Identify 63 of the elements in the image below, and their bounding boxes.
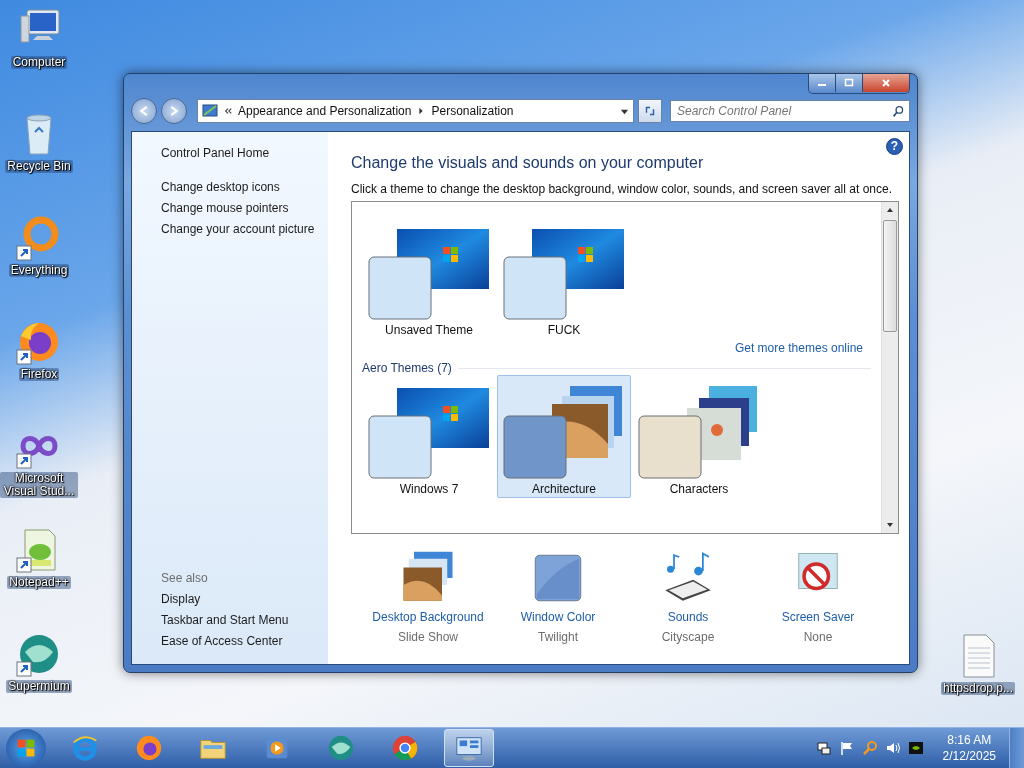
close-icon bbox=[881, 78, 891, 88]
setting-link[interactable]: Screen Saver bbox=[781, 610, 855, 624]
vertical-scrollbar[interactable] bbox=[881, 202, 898, 533]
maximize-icon bbox=[844, 78, 854, 88]
setting-value: Cityscape bbox=[661, 630, 715, 644]
sphere-browser-icon bbox=[326, 733, 356, 763]
sidebar-link[interactable]: Change mouse pointers bbox=[161, 201, 289, 215]
theme-item[interactable]: Unsaved Theme bbox=[362, 216, 496, 339]
address-bar[interactable]: Appearance and Personalization Personalization bbox=[197, 99, 634, 123]
get-more-themes-link[interactable]: Get more themes online bbox=[734, 341, 863, 361]
forward-button[interactable] bbox=[161, 98, 187, 124]
back-button[interactable] bbox=[131, 98, 157, 124]
clock-date[interactable]: 2/12/2025 bbox=[942, 748, 996, 764]
close-button[interactable] bbox=[863, 74, 909, 92]
double-chevron-icon bbox=[224, 107, 232, 115]
round-browser-icon bbox=[390, 733, 420, 763]
theme-item[interactable]: Architecture bbox=[497, 375, 631, 498]
scroll-down-icon[interactable] bbox=[886, 521, 894, 529]
desktop-icon-label[interactable]: Everything bbox=[8, 264, 70, 277]
breadcrumb-item[interactable]: Personalization bbox=[431, 104, 514, 118]
start-button[interactable] bbox=[6, 729, 46, 767]
scroll-up-icon[interactable] bbox=[886, 206, 894, 214]
section-heading: Aero Themes (7) bbox=[362, 361, 452, 375]
theme-item[interactable]: FUCK bbox=[497, 216, 631, 339]
breadcrumb-item[interactable]: Appearance and Personalization bbox=[238, 104, 412, 118]
setting-link[interactable]: Sounds bbox=[667, 610, 709, 624]
speaker-icon[interactable] bbox=[884, 740, 901, 756]
help-button[interactable]: ? bbox=[886, 138, 903, 155]
desktop-icon-label[interactable]: Firefox bbox=[18, 368, 60, 381]
setting-value: Slide Show bbox=[397, 630, 458, 644]
search-icon[interactable] bbox=[861, 740, 878, 756]
sidebar-link[interactable]: Taskbar and Start Menu bbox=[161, 613, 289, 627]
scrollbar-thumb[interactable] bbox=[883, 220, 897, 332]
maximize-button[interactable] bbox=[836, 74, 863, 92]
setting-link[interactable]: Window Color bbox=[520, 610, 596, 624]
setting-value: Twilight bbox=[538, 630, 578, 644]
search-field[interactable]: Search Control Panel bbox=[670, 100, 910, 122]
taskbar-button[interactable] bbox=[444, 729, 494, 767]
desktop-icon-label[interactable]: Computer bbox=[10, 56, 68, 69]
sidebar-link[interactable]: Display bbox=[161, 592, 201, 606]
chip-icon[interactable] bbox=[907, 740, 924, 756]
clock-time[interactable]: 8:16 AM bbox=[947, 732, 992, 748]
sidebar-link[interactable]: Change desktop icons bbox=[161, 180, 280, 194]
sidebar-link[interactable]: Control Panel Home bbox=[161, 146, 270, 160]
minimize-button[interactable] bbox=[809, 74, 836, 92]
network-icon[interactable] bbox=[815, 740, 832, 756]
control-panel-icon bbox=[202, 103, 218, 119]
refresh-arrows-icon bbox=[643, 104, 657, 118]
refresh-button[interactable] bbox=[638, 99, 662, 123]
theme-item[interactable]: Characters bbox=[632, 375, 766, 498]
search-icon bbox=[892, 105, 905, 118]
theme-item[interactable]: Windows 7 bbox=[362, 375, 496, 498]
sidebar-link[interactable]: Change your account picture bbox=[161, 222, 315, 236]
flag-icon[interactable] bbox=[838, 740, 855, 756]
browser-e-icon bbox=[70, 733, 100, 763]
fox-browser-icon bbox=[134, 733, 164, 763]
setting-value: None bbox=[803, 630, 833, 644]
page-description: Click a theme to change the desktop background, window color, sounds, and screen saver all at once. bbox=[351, 182, 893, 196]
see-also-heading: See also bbox=[161, 571, 208, 585]
setting-link[interactable]: Desktop Background bbox=[372, 610, 484, 624]
desktop-icon-label[interactable]: Recycle Bin bbox=[5, 160, 73, 173]
page-heading: Change the visuals and sounds on your computer bbox=[351, 154, 704, 172]
sidebar-link[interactable]: Ease of Access Center bbox=[161, 634, 283, 648]
